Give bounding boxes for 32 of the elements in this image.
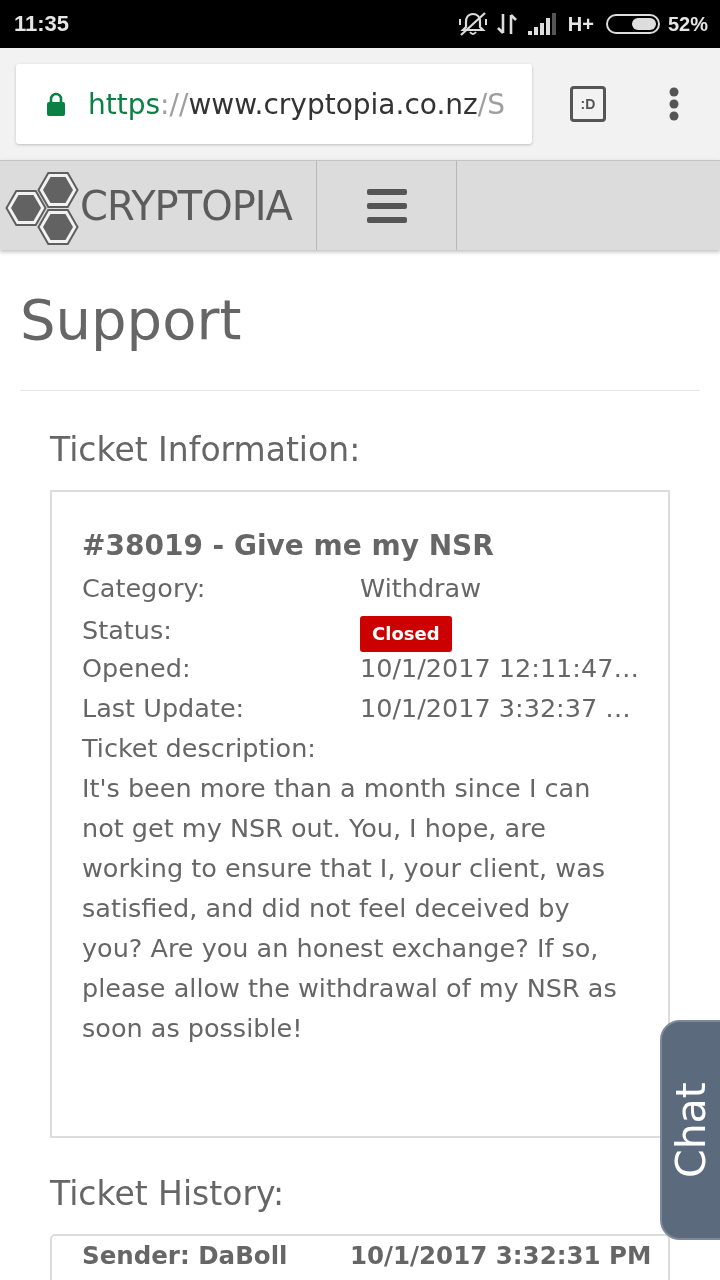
field-label: Status:	[82, 614, 173, 647]
hexagon-logo-icon[interactable]	[5, 169, 79, 246]
ticket-description: It's been more than a month since I can not get my NSR out. You, I hope, are working to ensure that I, your client, was satisfied, and did not feel deceived by you? Are you an honest exchange? If so, please allow the withdrawal of my NSR as soon as possible!	[82, 772, 618, 1045]
ticket-title: #38019 - Give me my NSR	[82, 528, 495, 564]
address-bar[interactable]: https://www.cryptopia.co.nz/S	[16, 64, 532, 144]
history-sender: Sender: DaBoll	[82, 1242, 289, 1270]
url-text: https://www.cryptopia.co.nz/S	[88, 87, 505, 121]
battery-percent: 52%	[667, 12, 708, 36]
field-value: 10/1/2017 12:11:47…	[360, 652, 639, 685]
field-label: Opened:	[82, 652, 192, 685]
section-heading: Ticket History:	[50, 1173, 286, 1215]
lock-icon	[46, 92, 66, 116]
muted-bell-icon	[457, 11, 488, 37]
field-value: 10/1/2017 3:32:37 …	[360, 692, 632, 725]
field-label: Ticket description:	[82, 732, 317, 765]
battery-icon	[605, 14, 660, 34]
data-arrows-icon	[495, 12, 518, 36]
network-type: H+	[567, 12, 594, 36]
menu-icon[interactable]	[366, 188, 407, 223]
status-badge: Closed	[360, 616, 452, 652]
status-time: 11:35	[14, 11, 70, 37]
section-heading: Ticket Information:	[50, 429, 362, 471]
field-label: Category:	[82, 572, 207, 605]
logo-text[interactable]: CRYPTOPIA	[80, 185, 292, 226]
field-value: Withdraw	[360, 572, 483, 605]
chat-tab[interactable]: Chat	[660, 1020, 720, 1240]
field-label: Last Update:	[82, 692, 246, 725]
page-title: Support	[20, 286, 243, 352]
history-time: 10/1/2017 3:32:31 PM	[350, 1242, 652, 1270]
signal-icon	[527, 13, 558, 35]
tab-switcher-button[interactable]: :D	[570, 86, 606, 122]
more-options-icon[interactable]	[668, 87, 680, 121]
